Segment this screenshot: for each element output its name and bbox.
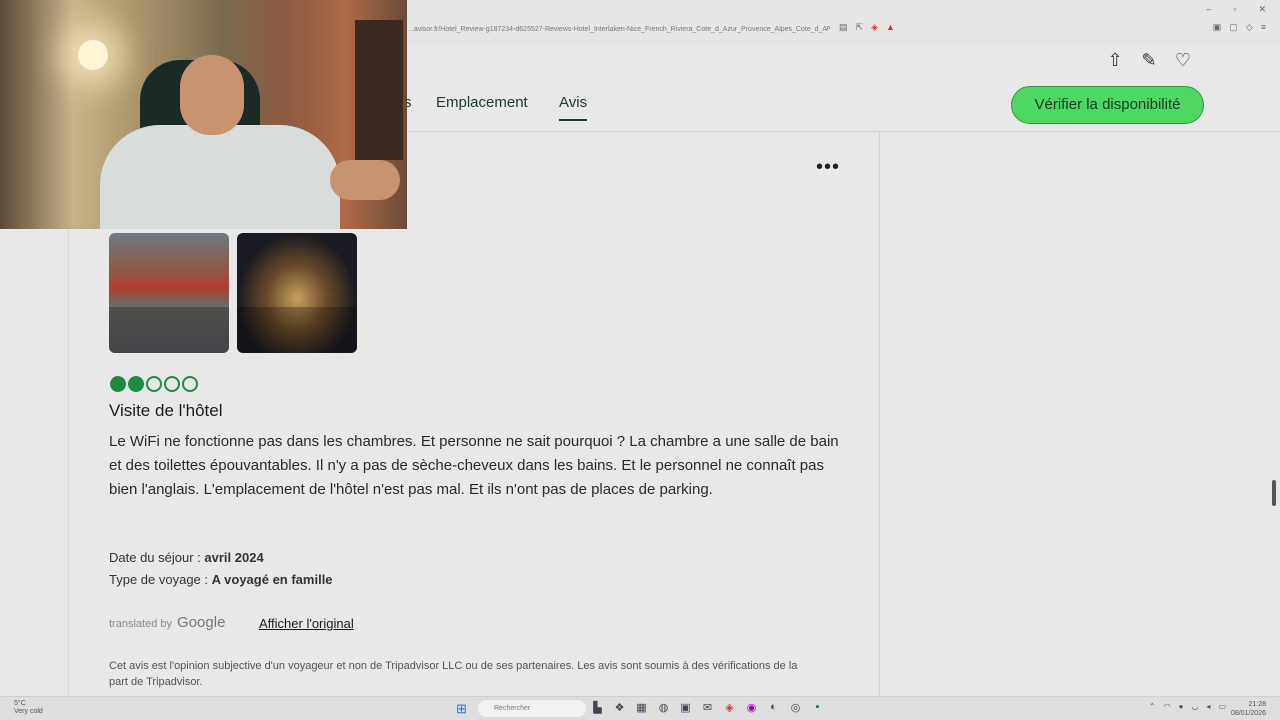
webcam-overlay bbox=[0, 0, 407, 229]
sidebar-icon[interactable]: ▣ bbox=[1213, 22, 1222, 33]
windows-taskbar: 5°C Very cold ⊞ Rechercher ▙ ❖ ▦ ◍ ▣ ✉ ◈… bbox=[0, 696, 1280, 720]
review-body: Le WiFi ne fonctionne pas dans les chamb… bbox=[109, 433, 839, 498]
review-photo-street[interactable] bbox=[109, 233, 229, 353]
translated-by-label: translated by bbox=[109, 618, 172, 630]
share-page-icon[interactable]: ⇱ bbox=[856, 22, 864, 33]
address-bar-icons: ⌕ ▤ ⇱ ◈ ▲ bbox=[826, 22, 895, 33]
stay-date-value: avril 2024 bbox=[204, 550, 264, 565]
translated-by-google: translated by Google bbox=[109, 614, 225, 631]
mic-icon[interactable]: ● bbox=[1179, 702, 1184, 711]
windows-start-icon[interactable]: ⊞ bbox=[456, 701, 467, 717]
review-title: Visite de l'hôtel bbox=[109, 401, 223, 420]
active-app-icon[interactable]: ◉ bbox=[744, 701, 759, 714]
reader-icon[interactable]: ▤ bbox=[839, 22, 848, 33]
header-actions: ⇧ ✎ ♡ bbox=[1105, 50, 1193, 71]
photos-icon[interactable]: ▦ bbox=[634, 701, 649, 714]
chrome-icon[interactable]: ◎ bbox=[788, 701, 803, 714]
file-explorer-icon[interactable]: ▙ bbox=[590, 701, 605, 714]
taskbar-search[interactable]: Rechercher bbox=[478, 700, 586, 717]
wallet-icon[interactable]: ▢ bbox=[1229, 22, 1238, 33]
volume-icon[interactable]: ◂ bbox=[1206, 702, 1210, 711]
close-icon[interactable]: ✕ bbox=[1258, 4, 1266, 15]
battery-icon[interactable]: ▭ bbox=[1218, 702, 1226, 711]
person-head bbox=[180, 55, 244, 135]
review-photo-night[interactable] bbox=[237, 233, 357, 353]
window-controls: – ▫ ✕ bbox=[1206, 4, 1266, 15]
rating-bubble-empty bbox=[182, 376, 198, 392]
brave-shields-icon[interactable]: ◈ bbox=[871, 22, 878, 33]
vpn-icon[interactable]: ◇ bbox=[1246, 22, 1253, 33]
address-bar[interactable]: ...avisor.fr/Hotel_Review-g187234-d62552… bbox=[408, 22, 828, 38]
weather-widget[interactable]: 5°C Very cold bbox=[14, 700, 43, 716]
edge-icon[interactable]: ◍ bbox=[656, 701, 671, 714]
trip-type-label: Type de voyage : bbox=[109, 572, 209, 587]
page-scrollbar[interactable] bbox=[1272, 480, 1276, 506]
steam-icon[interactable]: ◐ bbox=[766, 701, 781, 714]
rating-bubble-empty bbox=[164, 376, 180, 392]
system-tray: ⌃ ◠ ● ◡ ◂ ▭ bbox=[1149, 702, 1226, 711]
app-icon[interactable]: ▪ bbox=[810, 701, 825, 714]
share-icon[interactable]: ⇧ bbox=[1105, 50, 1125, 71]
trip-type: Type de voyage : A voyagé en famille bbox=[109, 572, 333, 587]
zoom-icon[interactable]: ⌕ bbox=[826, 22, 831, 33]
pencil-icon[interactable]: ✎ bbox=[1139, 50, 1159, 71]
stay-date-label: Date du séjour : bbox=[109, 550, 201, 565]
tab-avis[interactable]: Avis bbox=[559, 94, 588, 121]
taskbar-clock[interactable]: 21:28 08/01/2026 bbox=[1231, 700, 1266, 718]
rating-bubble-empty bbox=[146, 376, 162, 392]
clock-time: 21:28 bbox=[1248, 701, 1266, 708]
weather-temp: 5°C bbox=[14, 700, 26, 707]
stay-date: Date du séjour : avril 2024 bbox=[109, 550, 264, 565]
brave-icon[interactable]: ◈ bbox=[722, 701, 737, 714]
tab-emplacement[interactable]: Emplacement bbox=[436, 94, 528, 111]
maximize-icon[interactable]: ▫ bbox=[1233, 4, 1236, 15]
rating-bubble-filled bbox=[110, 376, 126, 392]
network-icon[interactable]: ◠ bbox=[1164, 702, 1171, 711]
check-availability-button[interactable]: Vérifier la disponibilité bbox=[1011, 86, 1204, 124]
person-hand bbox=[330, 160, 400, 200]
copilot-icon[interactable]: ❖ bbox=[612, 701, 627, 714]
wifi-icon[interactable]: ◡ bbox=[1191, 702, 1198, 711]
browser-extension-icons: ▣ ▢ ◇ ≡ bbox=[1213, 22, 1266, 33]
bookshelf bbox=[355, 20, 403, 160]
store-icon[interactable]: ▣ bbox=[678, 701, 693, 714]
clock-date: 08/01/2026 bbox=[1230, 710, 1266, 717]
trip-type-value: A voyagé en famille bbox=[211, 572, 333, 587]
heart-icon[interactable]: ♡ bbox=[1173, 50, 1193, 71]
person-sweater bbox=[100, 125, 340, 229]
mail-icon[interactable]: ✉ bbox=[700, 701, 715, 714]
column-divider bbox=[879, 132, 880, 696]
weather-desc: Very cold bbox=[14, 708, 43, 715]
minimize-icon[interactable]: – bbox=[1206, 4, 1211, 15]
show-original-link[interactable]: Afficher l'original bbox=[259, 616, 354, 631]
tray-chevron-icon[interactable]: ⌃ bbox=[1149, 702, 1156, 711]
google-logo: Google bbox=[177, 614, 226, 631]
brave-rewards-icon[interactable]: ▲ bbox=[886, 22, 895, 33]
rating-bubbles bbox=[110, 376, 198, 392]
more-options-icon[interactable]: ••• bbox=[816, 156, 840, 179]
taskbar-apps: ▙ ❖ ▦ ◍ ▣ ✉ ◈ ◉ ◐ ◎ ▪ bbox=[590, 701, 825, 714]
review-disclaimer: Cet avis est l'opinion subjective d'un v… bbox=[109, 660, 798, 688]
lamp-light bbox=[78, 40, 108, 70]
rating-bubble-filled bbox=[128, 376, 144, 392]
menu-icon[interactable]: ≡ bbox=[1261, 22, 1266, 33]
